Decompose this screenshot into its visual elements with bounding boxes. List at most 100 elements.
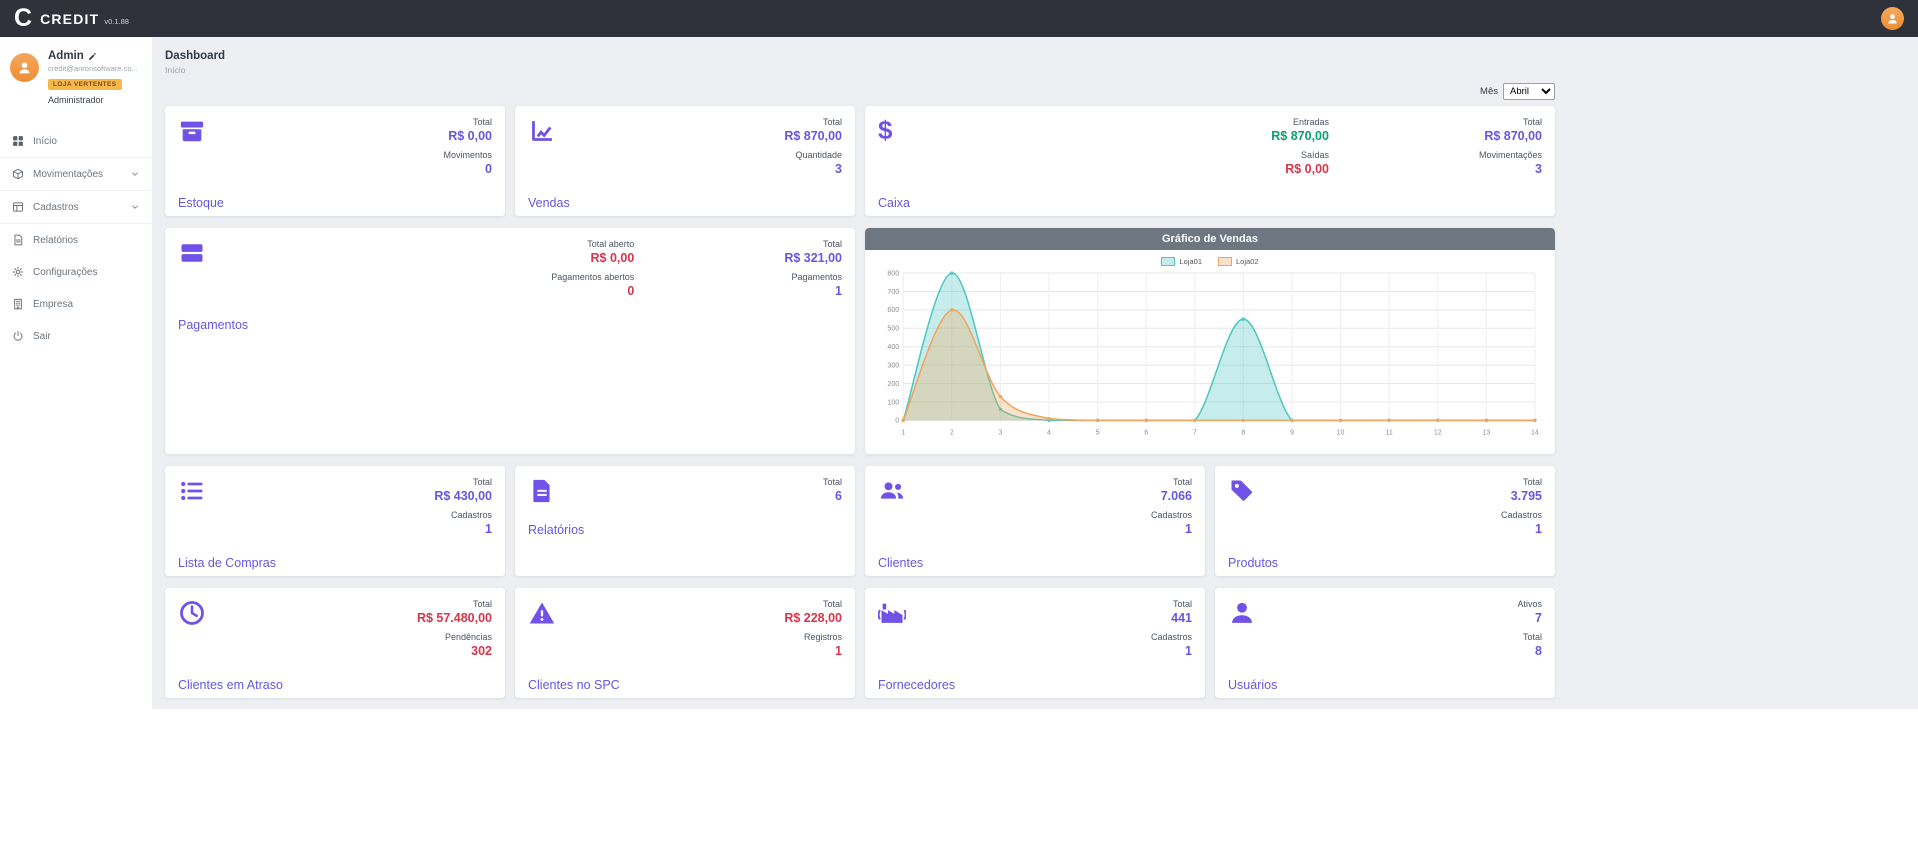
card-relatorios: Total 6 Relatórios xyxy=(515,466,855,576)
power-icon xyxy=(12,330,24,342)
chevron-down-icon xyxy=(130,169,140,179)
card-title-produtos[interactable]: Produtos xyxy=(1228,556,1278,570)
card-title-relatorios[interactable]: Relatórios xyxy=(528,523,584,537)
stat-label: Ativos xyxy=(1517,599,1542,609)
card-title-vendas[interactable]: Vendas xyxy=(528,196,570,210)
stat-label: Pagamentos abertos xyxy=(551,272,634,282)
breadcrumb: Início xyxy=(165,65,1905,75)
legend-item-loja02[interactable]: Loja02 xyxy=(1218,257,1259,266)
legend-item-loja01[interactable]: Loja01 xyxy=(1161,257,1202,266)
card-title-caixa[interactable]: Caixa xyxy=(878,196,910,210)
profile-name: Admin xyxy=(48,50,84,62)
card-title-clientes[interactable]: Clientes xyxy=(878,556,923,570)
svg-text:400: 400 xyxy=(887,344,899,351)
edit-profile-icon[interactable] xyxy=(88,52,97,61)
sidebar-item-relatorios[interactable]: Relatórios xyxy=(0,224,152,256)
stat-value: 7 xyxy=(1517,611,1542,625)
stat-value: R$ 0,00 xyxy=(1285,162,1329,176)
user-avatar-button[interactable] xyxy=(1881,7,1904,30)
stat-value: R$ 0,00 xyxy=(448,129,492,143)
profile-role: Administrador xyxy=(48,95,144,105)
stat-label: Total xyxy=(784,599,842,609)
sidebar-item-sair[interactable]: Sair xyxy=(0,320,152,352)
stat-label: Cadastros xyxy=(451,510,492,520)
month-select[interactable]: Abril xyxy=(1503,83,1555,100)
card-title-clientes-spc[interactable]: Clientes no SPC xyxy=(528,678,620,692)
archive-icon xyxy=(178,117,206,145)
stat-value: 3 xyxy=(1479,162,1542,176)
sidebar-item-label: Sair xyxy=(33,331,51,342)
stat-label: Total xyxy=(1523,632,1542,642)
svg-text:600: 600 xyxy=(887,307,899,314)
sidebar-item-label: Cadastros xyxy=(33,202,79,213)
sidebar-item-empresa[interactable]: Empresa xyxy=(0,288,152,320)
stat-value: 0 xyxy=(443,162,492,176)
sidebar-item-cadastros[interactable]: Cadastros xyxy=(0,191,152,224)
card-clientes-atraso: Total R$ 57.480,00 Pendências 302 Clientes… xyxy=(165,588,505,698)
stat-value: 302 xyxy=(445,644,492,658)
sidebar-item-movimentacoes[interactable]: Movimentações xyxy=(0,157,152,191)
legend-label: Loja01 xyxy=(1179,257,1202,266)
stat-label: Cadastros xyxy=(1151,510,1192,520)
svg-text:14: 14 xyxy=(1531,430,1539,437)
sidebar-item-label: Início xyxy=(33,136,57,147)
chart-line-icon xyxy=(528,117,556,145)
sales-area-chart: 0100200300400500600700800123456789101112… xyxy=(877,267,1543,441)
cards-icon xyxy=(178,239,206,267)
svg-text:6: 6 xyxy=(1144,430,1148,437)
stat-value: 3.795 xyxy=(1511,489,1542,503)
svg-text:3: 3 xyxy=(998,430,1002,437)
stat-value: 1 xyxy=(451,522,492,536)
page-title: Dashboard xyxy=(165,50,1905,62)
card-title-estoque[interactable]: Estoque xyxy=(178,196,224,210)
month-label: Mês xyxy=(1480,86,1498,97)
stat-label: Total xyxy=(823,477,842,487)
card-title-pagamentos[interactable]: Pagamentos xyxy=(178,318,248,332)
card-estoque: TotalR$ 0,00 Movimentos0 Estoque xyxy=(165,106,505,216)
chart-legend: Loja01 Loja02 xyxy=(877,257,1543,266)
stat-value: 1 xyxy=(1151,522,1192,536)
stat-value: 1 xyxy=(791,284,842,298)
svg-text:500: 500 xyxy=(887,326,899,333)
chart-title: Gráfico de Vendas xyxy=(865,228,1555,250)
svg-text:4: 4 xyxy=(1047,430,1051,437)
stat-label: Pendências xyxy=(445,632,492,642)
stat-value: R$ 0,00 xyxy=(587,251,634,265)
stat-label: Total xyxy=(1161,477,1192,487)
stat-label: Cadastros xyxy=(1501,510,1542,520)
report-icon xyxy=(12,234,24,246)
stat-label: Total xyxy=(417,599,492,609)
legend-swatch xyxy=(1218,257,1232,266)
stat-label: Total xyxy=(784,239,842,249)
stat-value: R$ 57.480,00 xyxy=(417,611,492,625)
card-caixa: $ EntradasR$ 870,00 SaídasR$ 0,00 TotalR… xyxy=(865,106,1555,216)
gear-icon xyxy=(12,266,24,278)
svg-text:100: 100 xyxy=(887,399,899,406)
stat-value: 1 xyxy=(1151,644,1192,658)
sidebar-item-label: Relatórios xyxy=(33,235,78,246)
cards-grid: TotalR$ 0,00 Movimentos0 Estoque Total R$… xyxy=(165,106,1555,698)
file-icon xyxy=(528,477,556,505)
stat-label: Total xyxy=(784,117,842,127)
sidebar-item-inicio[interactable]: Início xyxy=(0,125,152,157)
sidebar-item-label: Configurações xyxy=(33,267,97,278)
card-title-clientes-atraso[interactable]: Clientes em Atraso xyxy=(178,678,283,692)
cube-icon xyxy=(12,168,24,180)
sidebar-item-configuracoes[interactable]: Configurações xyxy=(0,256,152,288)
card-title-fornecedores[interactable]: Fornecedores xyxy=(878,678,955,692)
grid-icon xyxy=(12,135,24,147)
svg-text:200: 200 xyxy=(887,381,899,388)
stat-value: 6 xyxy=(823,489,842,503)
card-clientes: Total7.066 Cadastros1 Clientes xyxy=(865,466,1205,576)
app-version: v0.1.88 xyxy=(104,17,129,26)
svg-text:5: 5 xyxy=(1096,430,1100,437)
stat-value: R$ 870,00 xyxy=(1271,129,1329,143)
stat-label: Total xyxy=(1511,477,1542,487)
svg-text:7: 7 xyxy=(1193,430,1197,437)
svg-text:10: 10 xyxy=(1337,430,1345,437)
stat-value: 1 xyxy=(1501,522,1542,536)
table-icon xyxy=(12,201,24,213)
card-title-usuarios[interactable]: Usuários xyxy=(1228,678,1277,692)
card-title-lista-compras[interactable]: Lista de Compras xyxy=(178,556,276,570)
svg-text:0: 0 xyxy=(895,418,899,425)
